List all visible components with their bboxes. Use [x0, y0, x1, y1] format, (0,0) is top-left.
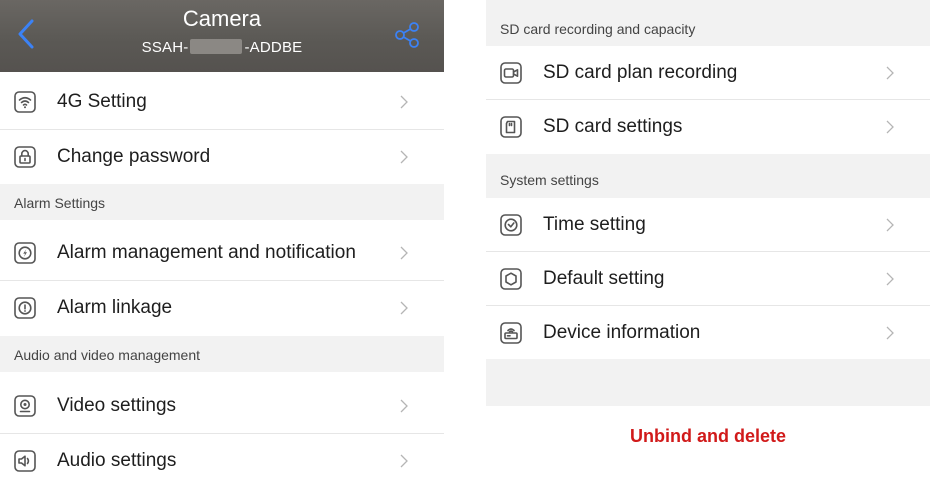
router-icon [500, 322, 522, 344]
page-title: Camera [182, 6, 262, 31]
video-record-icon [500, 62, 522, 84]
row-video-settings[interactable]: Video settings [0, 379, 444, 433]
row-change-password[interactable]: Change password [0, 130, 444, 184]
row-sd-plan-recording[interactable]: SD card plan recording [486, 46, 930, 100]
row-default-setting[interactable]: Default setting [486, 252, 930, 306]
webcam-icon [14, 395, 36, 417]
speaker-icon [14, 450, 36, 472]
chevron-right-icon [886, 326, 894, 340]
alarm-linkage-icon [14, 297, 36, 319]
device-id: SSAH- -ADDBE [0, 39, 444, 56]
row-label: Default setting [543, 268, 665, 289]
device-id-redacted [190, 39, 243, 54]
device-id-suffix: -ADDBE [244, 39, 303, 56]
alarm-gauge-icon [14, 242, 36, 264]
row-label: Time setting [543, 214, 646, 235]
row-audio-settings[interactable]: Audio settings [0, 434, 444, 486]
row-alarm-management[interactable]: Alarm management and notification [0, 226, 444, 280]
clock-icon [500, 214, 522, 236]
sd-card-icon [500, 116, 522, 138]
row-label: 4G Setting [57, 91, 147, 112]
row-4g-setting[interactable]: 4G Setting [0, 75, 444, 129]
section-sd-card: SD card recording and capacity [486, 0, 930, 46]
settings-panel-left: Camera SSAH- -ADDBE 4G Setting Change pa… [0, 0, 444, 486]
section-label: Audio and video management [14, 347, 201, 363]
row-label: Audio settings [57, 450, 177, 471]
settings-panel-right: SD card recording and capacity SD card p… [486, 0, 930, 486]
section-alarm-settings: Alarm Settings [0, 184, 444, 220]
row-alarm-linkage[interactable]: Alarm linkage [0, 281, 444, 335]
section-system-settings: System settings [486, 154, 930, 198]
row-label: Device information [543, 322, 701, 343]
lock-icon [14, 146, 36, 168]
row-device-information[interactable]: Device information [486, 306, 930, 360]
row-label: SD card settings [543, 116, 683, 137]
row-label: Alarm linkage [57, 297, 173, 318]
reset-icon [500, 268, 522, 290]
row-label: SD card plan recording [543, 62, 738, 83]
unbind-delete-label: Unbind and delete [629, 426, 786, 446]
chevron-right-icon [886, 120, 894, 134]
row-sd-card-settings[interactable]: SD card settings [486, 100, 930, 154]
section-audio-video: Audio and video management [0, 336, 444, 372]
wifi-signal-icon [14, 91, 36, 113]
spacer [486, 359, 930, 406]
share-icon[interactable] [392, 20, 422, 50]
row-time-setting[interactable]: Time setting [486, 198, 930, 252]
chevron-right-icon [400, 454, 408, 468]
chevron-right-icon [400, 399, 408, 413]
device-id-prefix: SSAH- [141, 39, 189, 56]
chevron-right-icon [886, 66, 894, 80]
chevron-right-icon [886, 218, 894, 232]
row-label: Video settings [57, 395, 177, 416]
unbind-delete-button[interactable]: Unbind and delete [486, 406, 930, 486]
section-label: Alarm Settings [14, 195, 106, 211]
chevron-right-icon [400, 301, 408, 315]
app-header: Camera SSAH- -ADDBE [0, 0, 444, 72]
chevron-right-icon [400, 95, 408, 109]
chevron-right-icon [400, 150, 408, 164]
row-label: Alarm management and notification [57, 242, 356, 263]
row-label: Change password [57, 146, 211, 167]
chevron-right-icon [400, 246, 408, 260]
chevron-right-icon [886, 272, 894, 286]
